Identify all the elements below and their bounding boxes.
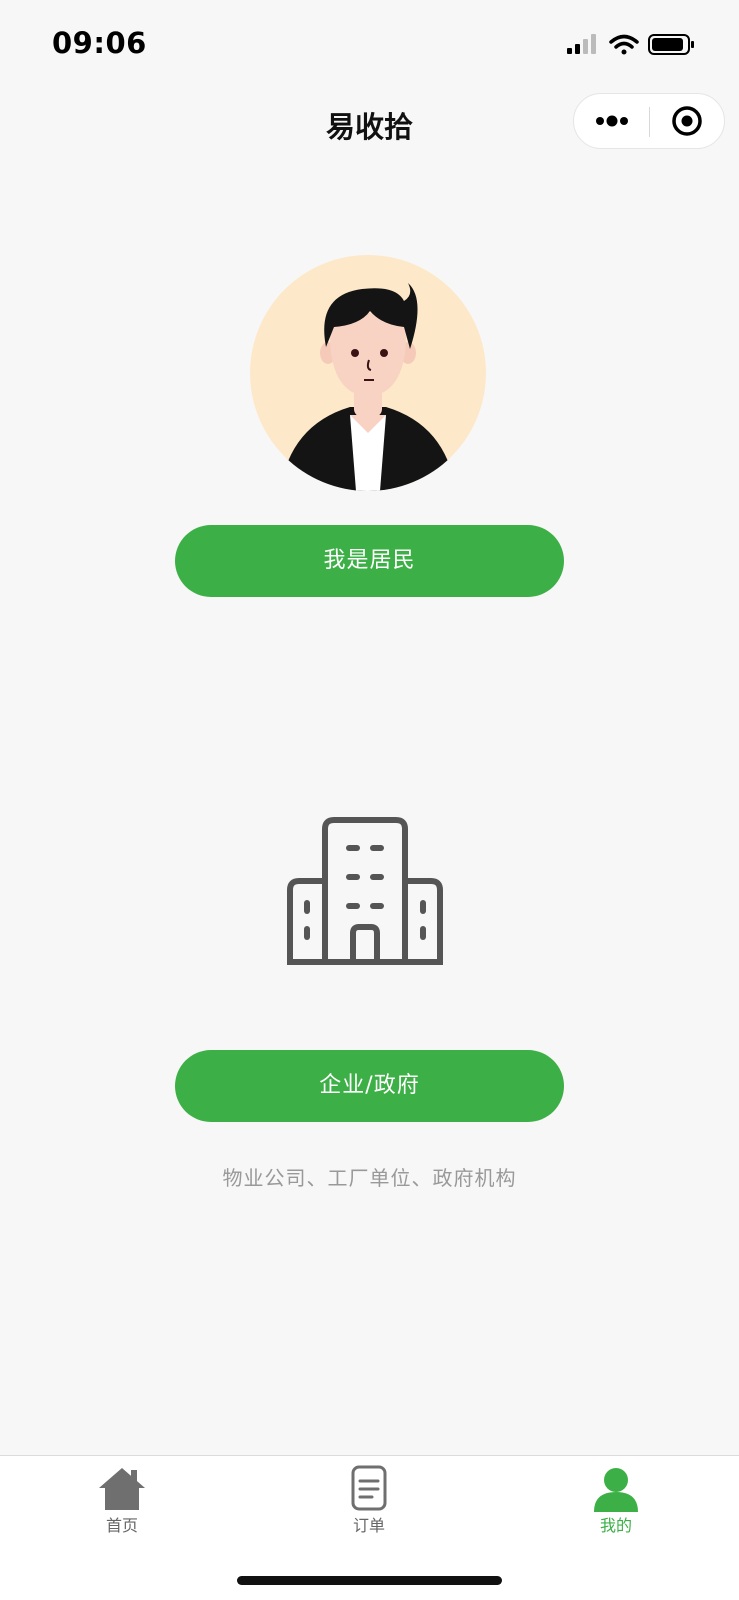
status-icons — [559, 30, 709, 60]
wifi-icon — [609, 34, 639, 55]
target-close-icon — [672, 106, 702, 136]
resident-button[interactable]: 我是居民 — [175, 525, 564, 597]
building-icon — [285, 815, 455, 985]
close-button[interactable] — [650, 94, 725, 148]
company-government-button[interactable]: 企业/政府 — [175, 1050, 564, 1122]
home-indicator — [237, 1576, 502, 1585]
tab-home-label: 首页 — [105, 1516, 138, 1535]
mini-program-capsule — [573, 93, 725, 149]
more-button[interactable] — [574, 94, 649, 148]
home-icon — [99, 1468, 145, 1510]
company-description: 物业公司、工厂单位、政府机构 — [222, 1166, 517, 1190]
status-time: 09:06 — [52, 26, 147, 60]
page: 09:06 易收拾 我是居民 企业/政府 物业公司、工厂单位、政府机构 首页 订… — [0, 0, 739, 1600]
more-dots-icon — [596, 115, 628, 127]
person-avatar-icon — [250, 255, 486, 491]
document-icon — [351, 1465, 387, 1511]
user-icon — [594, 1468, 638, 1512]
status-bar: 09:06 — [0, 0, 739, 90]
tab-orders[interactable]: 订单 — [309, 1464, 429, 1544]
battery-icon — [648, 34, 694, 55]
tab-orders-label: 订单 — [352, 1516, 385, 1535]
tab-home[interactable]: 首页 — [62, 1464, 182, 1544]
nav-bar: 易收拾 — [0, 90, 739, 152]
tab-mine-label: 我的 — [599, 1516, 632, 1535]
tab-mine[interactable]: 我的 — [556, 1464, 676, 1544]
signal-icon — [567, 34, 596, 54]
